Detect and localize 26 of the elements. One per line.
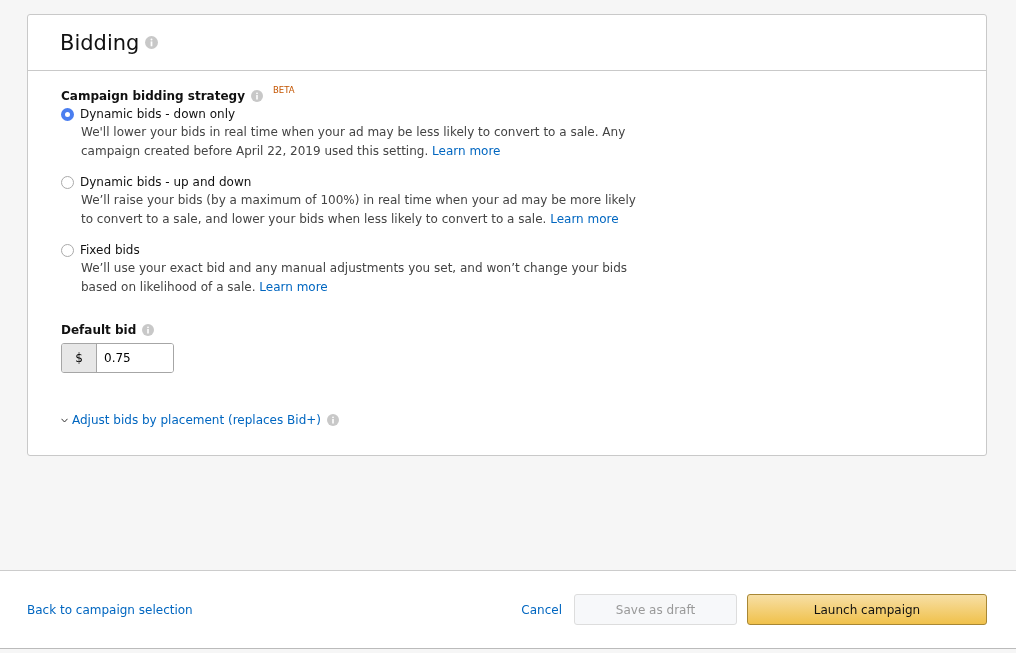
placement-expander-link[interactable]: Adjust bids by placement (replaces Bid+) bbox=[61, 413, 321, 427]
launch-campaign-button[interactable]: Launch campaign bbox=[747, 594, 987, 625]
card-title: Bidding bbox=[60, 30, 140, 55]
info-icon bbox=[251, 90, 263, 102]
default-bid-label: Default bid bbox=[61, 323, 137, 337]
option-description: We'll lower your bids in real time when your ad may be less likely to convert to a sale. Any campaign created before April 22, 2019 used this setting. Learn more bbox=[81, 124, 627, 160]
bid-input-field[interactable]: $ 0.75 bbox=[61, 343, 174, 373]
radio-button[interactable] bbox=[61, 175, 74, 189]
currency-label: $ bbox=[62, 344, 97, 372]
option-description: We’ll use your exact bid and any manual adjustments you set, and won’t change your bids based on likelihood of a sale. Learn more bbox=[81, 260, 629, 296]
learn-more-link[interactable]: Learn more bbox=[432, 144, 501, 158]
option-description: We’ll raise your bids (by a maximum of 100%) in real time when your ad may be more likely to convert to a sale, and lower your bids when less likely to convert to a sale. Learn more bbox=[81, 192, 637, 228]
option-label[interactable]: Dynamic bids - down only bbox=[80, 107, 236, 121]
info-icon bbox=[142, 324, 155, 336]
radio-button[interactable] bbox=[61, 107, 74, 121]
beta-label: BETA bbox=[273, 85, 295, 95]
info-icon bbox=[327, 414, 339, 426]
option-label[interactable]: Fixed bids bbox=[80, 243, 140, 257]
cancel-link[interactable]: Cancel bbox=[521, 602, 562, 617]
option-label[interactable]: Dynamic bids - up and down bbox=[80, 175, 252, 189]
strategy-label: Campaign bidding strategy bbox=[61, 89, 245, 103]
radio-button[interactable] bbox=[61, 243, 74, 257]
learn-more-link[interactable]: Learn more bbox=[550, 212, 619, 226]
learn-more-link[interactable]: Learn more bbox=[259, 280, 328, 294]
back-link[interactable]: Back to campaign selection bbox=[27, 602, 193, 617]
info-icon bbox=[145, 36, 159, 49]
